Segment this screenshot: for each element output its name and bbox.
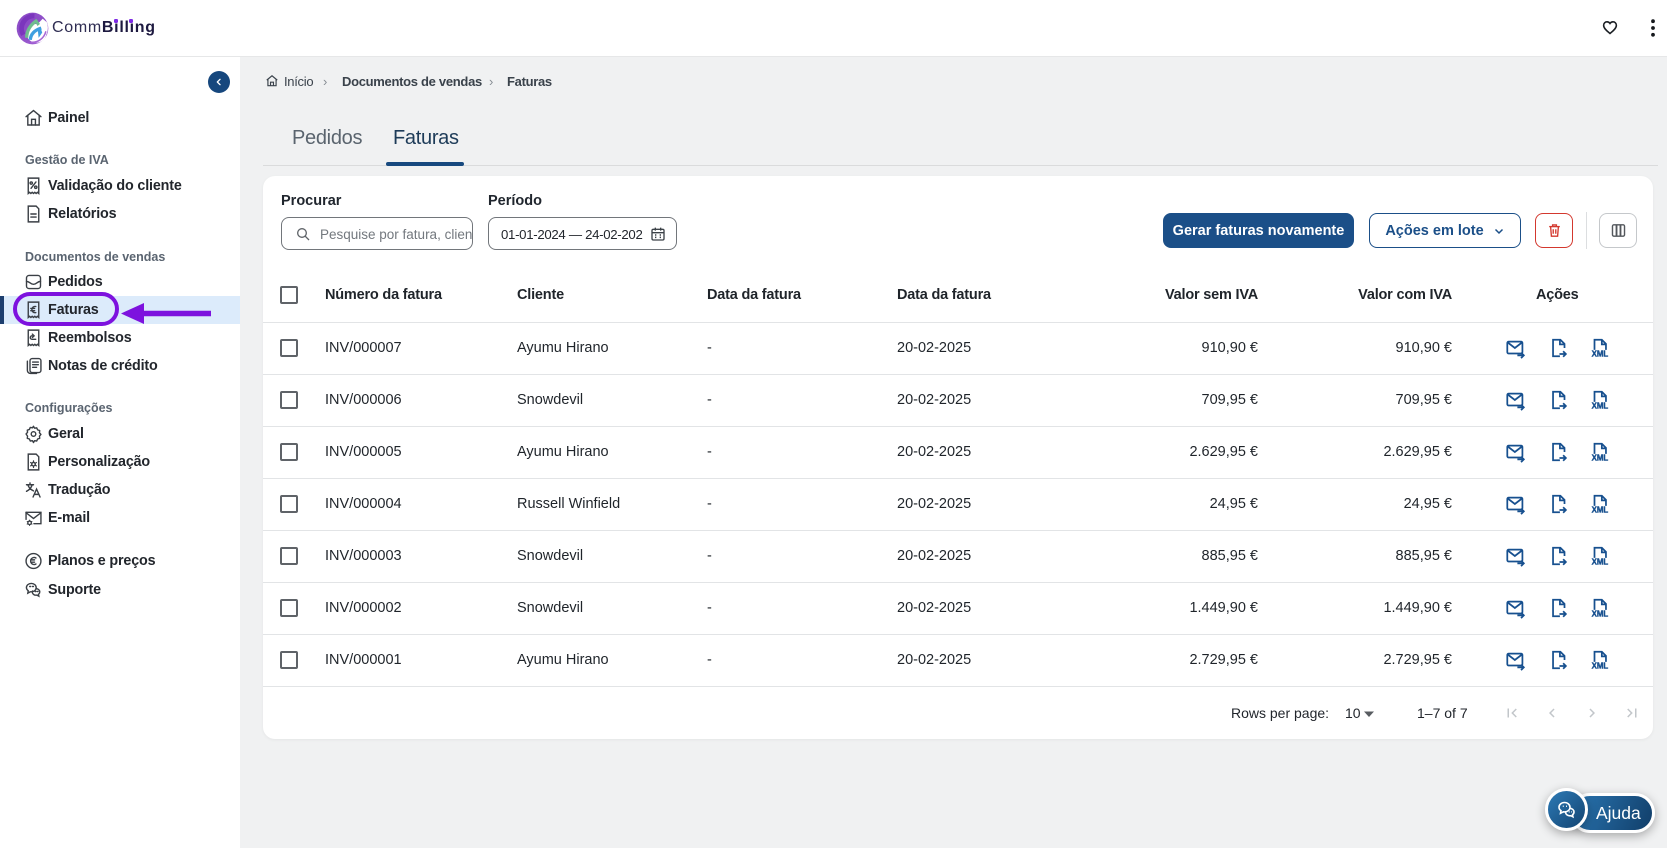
svg-text:XML: XML <box>1592 506 1609 515</box>
svg-text:XML: XML <box>1592 662 1609 671</box>
svg-text:XML: XML <box>1592 558 1609 567</box>
svg-text:XML: XML <box>1592 350 1609 359</box>
svg-text:XML: XML <box>1592 610 1609 619</box>
svg-text:XML: XML <box>1592 454 1609 463</box>
svg-text:XML: XML <box>1592 402 1609 411</box>
